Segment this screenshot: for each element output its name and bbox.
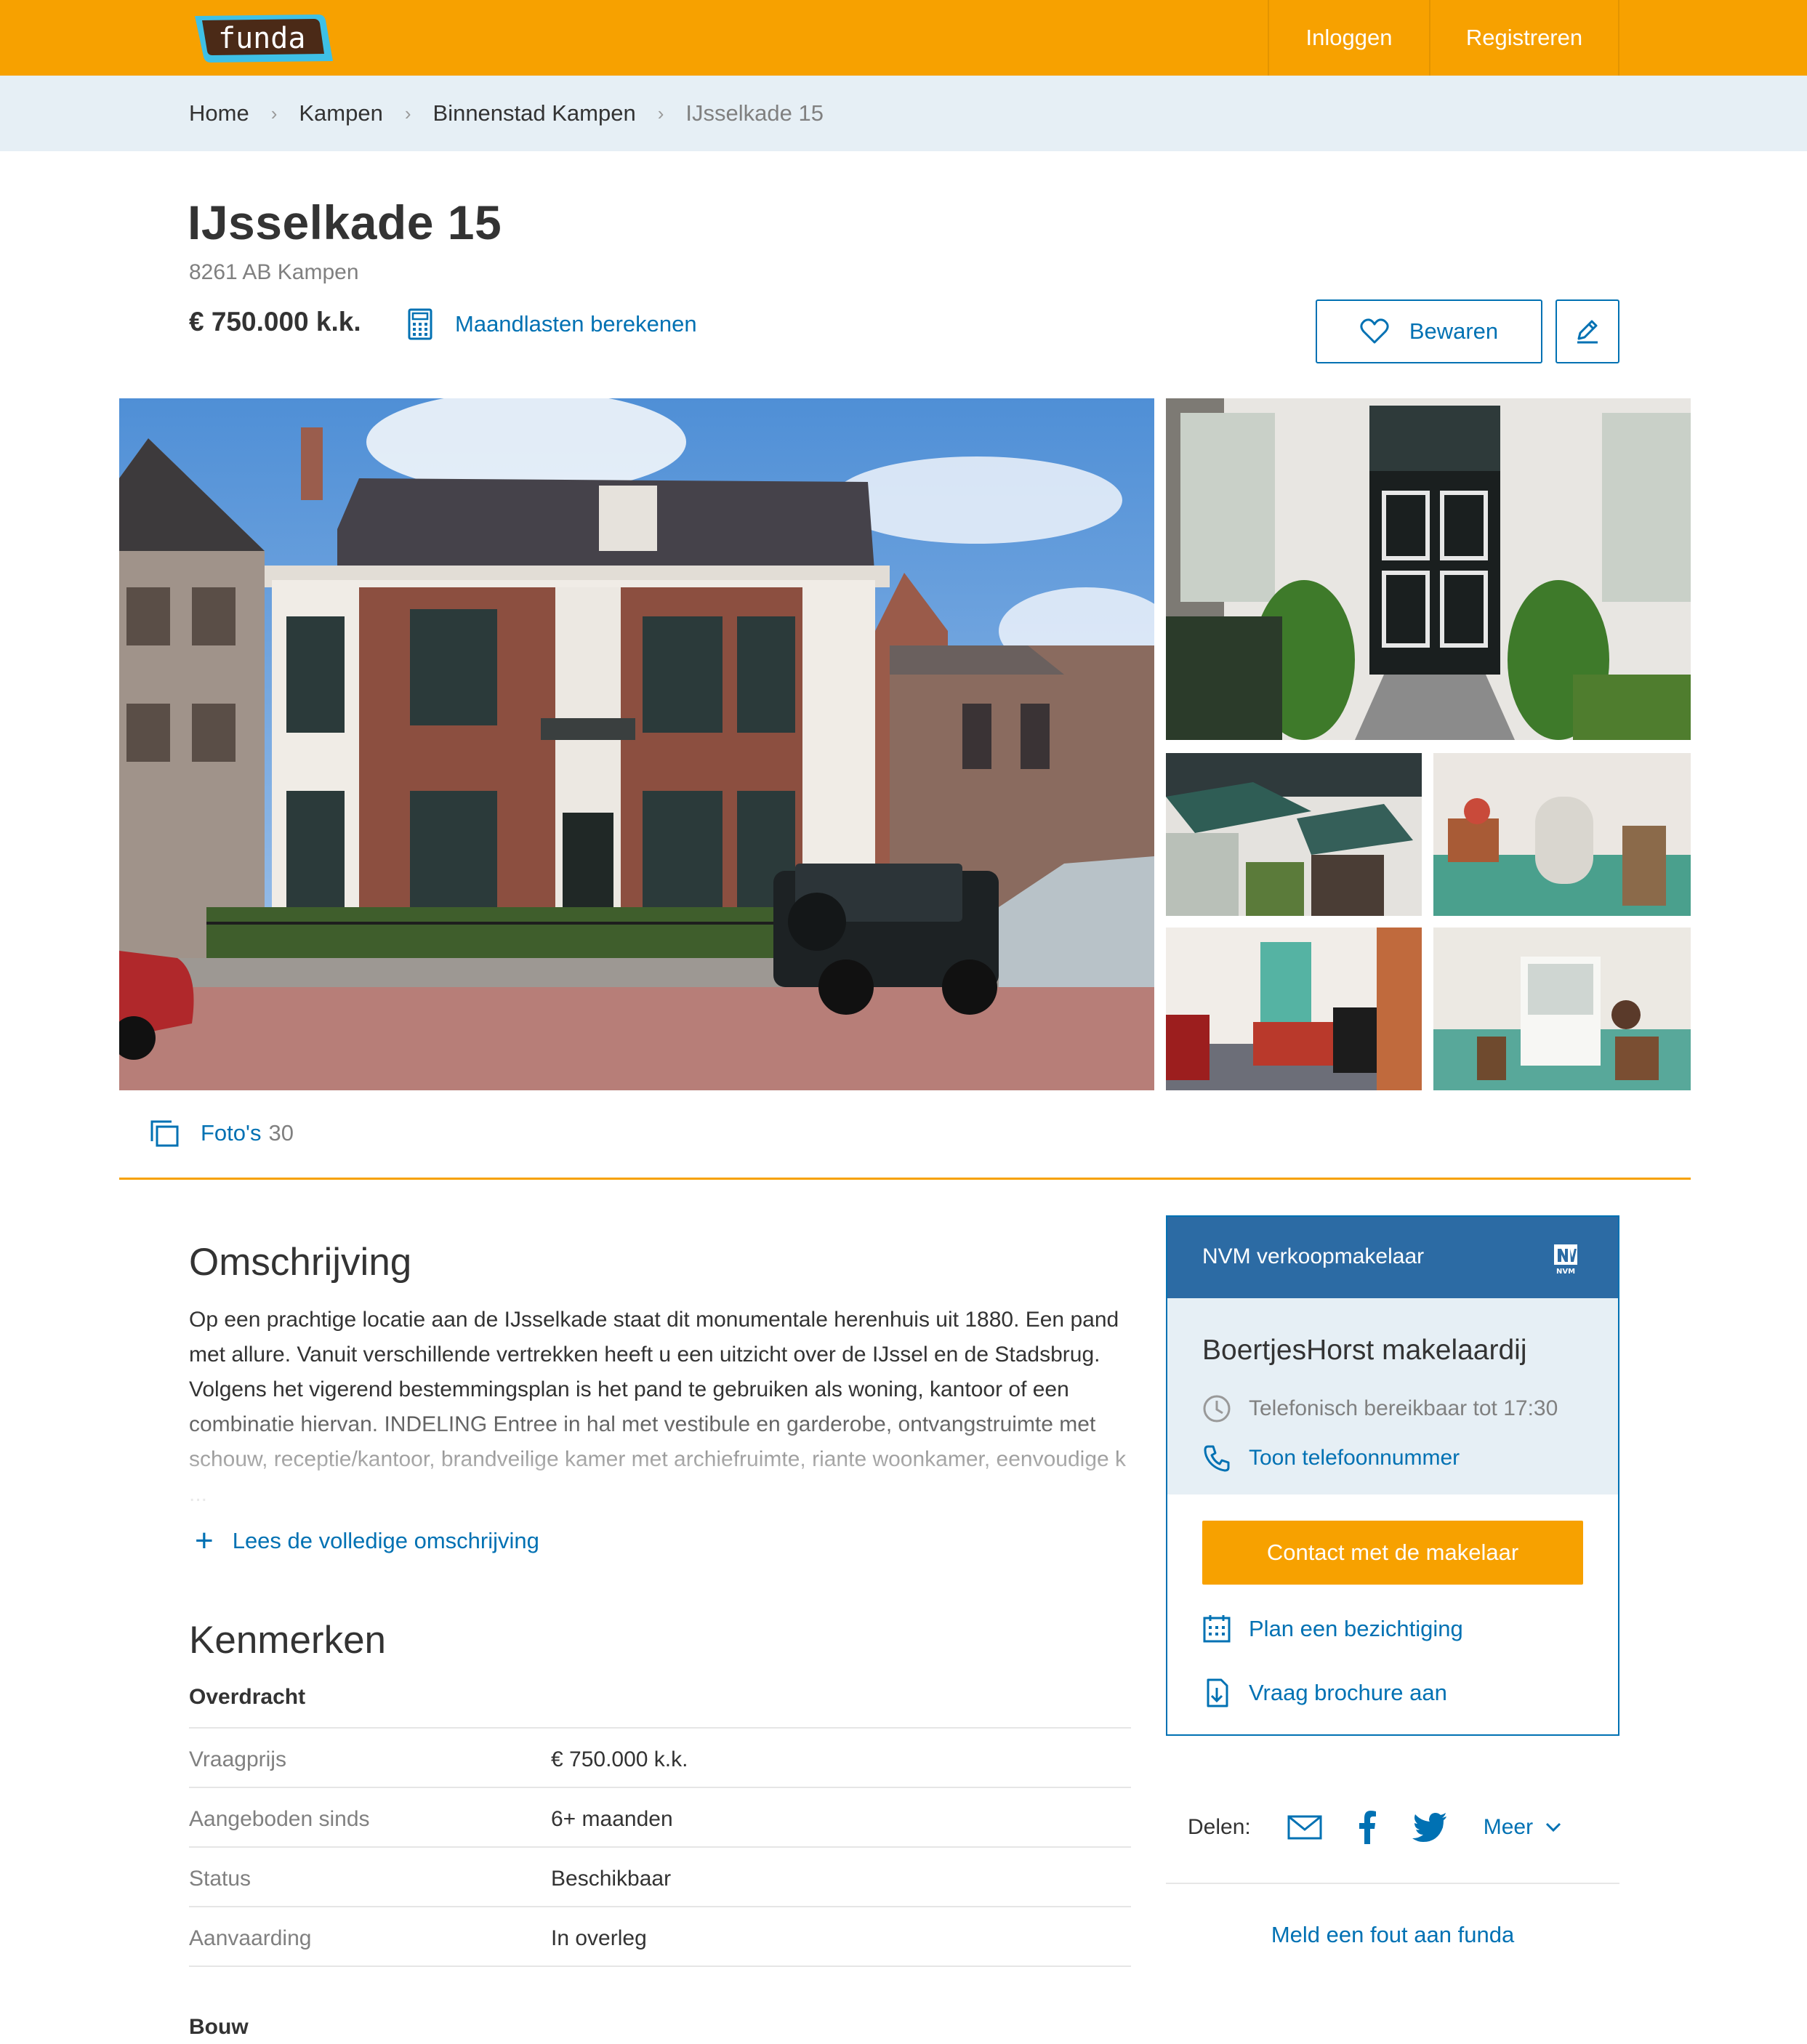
photo-front-door[interactable]: [1166, 398, 1691, 740]
features-row: Aangeboden sinds 6+ maanden: [189, 1787, 1131, 1846]
share-divider: [1166, 1883, 1619, 1884]
front-door-image: [1166, 398, 1691, 740]
register-button[interactable]: Registreren: [1429, 0, 1619, 76]
logo-text: funda: [218, 22, 305, 55]
agent-hours: Telefonisch bereikbaar tot 17:30: [1202, 1394, 1558, 1423]
chevron-down-icon: [1546, 1822, 1561, 1832]
share-label: Delen:: [1188, 1815, 1251, 1839]
clock-icon: [1203, 1395, 1231, 1423]
monthly-costs-label: Maandlasten berekenen: [455, 311, 697, 337]
edit-button[interactable]: [1556, 299, 1619, 363]
photo-thumbnail-living-room[interactable]: [1166, 928, 1422, 1090]
features-heading: Kenmerken: [189, 1619, 387, 1662]
photo-thumbnail-awnings[interactable]: [1166, 753, 1422, 916]
features-key: Status: [189, 1867, 251, 1891]
calendar-icon: [1203, 1615, 1231, 1643]
description-fade-overlay: [189, 1407, 1134, 1503]
page-title: IJsselkade 15: [188, 196, 502, 249]
show-phone-link[interactable]: Toon telefoonnummer: [1202, 1444, 1460, 1473]
breadcrumb-separator: ›: [270, 102, 278, 124]
top-navigation-bar: funda Inloggen Registreren: [0, 0, 1807, 76]
photos-count: 30: [268, 1120, 294, 1146]
house-facade-image: [119, 398, 1154, 1090]
photo-thumbnail-hallway[interactable]: [1433, 753, 1691, 916]
breadcrumb-binnenstad[interactable]: Binnenstad Kampen: [433, 100, 636, 126]
report-error-link[interactable]: Meld een fout aan funda: [1166, 1922, 1619, 1948]
features-divider: [189, 1965, 1131, 1967]
features-group-title: Bouw: [189, 2015, 249, 2039]
listing-address: 8261 AB Kampen: [189, 260, 359, 284]
agent-info: BoertjesHorst makelaardij Telefonisch be…: [1167, 1298, 1618, 1494]
awnings-image: [1166, 753, 1422, 916]
funda-logo[interactable]: funda: [189, 13, 334, 64]
entrance-hall-image: [1433, 928, 1691, 1090]
features-row: Status Beschikbaar: [189, 1846, 1131, 1906]
section-divider: [119, 1178, 1691, 1180]
mail-icon[interactable]: [1287, 1811, 1322, 1844]
features-value: € 750.000 k.k.: [551, 1747, 688, 1771]
agent-card-title: NVM verkoopmakelaar: [1202, 1244, 1425, 1268]
monthly-costs-link[interactable]: Maandlasten berekenen: [407, 308, 697, 340]
hallway-image: [1433, 753, 1691, 916]
save-button[interactable]: Bewaren: [1316, 299, 1542, 363]
share-more-button[interactable]: Meer: [1484, 1815, 1562, 1840]
share-more-label: Meer: [1483, 1815, 1534, 1839]
request-brochure-label: Vraag brochure aan: [1249, 1680, 1447, 1705]
breadcrumb-home[interactable]: Home: [189, 100, 249, 126]
breadcrumb-separator: ›: [657, 102, 664, 124]
features-value: In overleg: [551, 1926, 647, 1950]
features-row: Aanvaarding In overleg: [189, 1906, 1131, 1965]
document-download-icon: [1207, 1678, 1228, 1707]
phone-icon: [1204, 1445, 1230, 1472]
features-value: 6+ maanden: [551, 1807, 673, 1831]
show-phone-label: Toon telefoonnummer: [1249, 1446, 1460, 1470]
agent-card-header: NVM verkoopmakelaar NVM: [1167, 1217, 1618, 1298]
pencil-icon: [1577, 320, 1598, 344]
gallery-icon: [150, 1120, 179, 1147]
register-label: Registreren: [1465, 25, 1583, 50]
photos-label: Foto's: [201, 1120, 262, 1146]
heart-icon: [1360, 318, 1389, 344]
nvm-logo-icon: NVM: [1554, 1244, 1577, 1275]
plan-viewing-link[interactable]: Plan een bezichtiging: [1202, 1614, 1463, 1644]
facebook-icon[interactable]: [1359, 1811, 1376, 1844]
photos-button[interactable]: Foto's 30: [150, 1119, 294, 1147]
contact-agent-label: Contact met de makelaar: [1266, 1540, 1519, 1565]
share-bar: Delen: Meer: [1188, 1806, 1562, 1849]
twitter-icon[interactable]: [1412, 1811, 1447, 1844]
request-brochure-link[interactable]: Vraag brochure aan: [1202, 1678, 1447, 1708]
features-key: Aangeboden sinds: [189, 1807, 370, 1831]
features-row: Vraagprijs € 750.000 k.k.: [189, 1727, 1131, 1787]
features-value: Beschikbaar: [551, 1867, 672, 1891]
features-key: Aanvaarding: [189, 1926, 312, 1950]
agent-name[interactable]: BoertjesHorst makelaardij: [1202, 1335, 1527, 1367]
main-photo-house-facade[interactable]: [119, 398, 1154, 1090]
breadcrumb-current: IJsselkade 15: [685, 100, 824, 126]
living-room-image: [1166, 928, 1422, 1090]
agent-hours-text: Telefonisch bereikbaar tot 17:30: [1249, 1396, 1558, 1420]
funda-logo-mark: funda: [195, 15, 333, 63]
agent-card: NVM verkoopmakelaar NVM BoertjesHorst ma…: [1166, 1215, 1619, 1736]
breadcrumb-bar: Home › Kampen › Binnenstad Kampen › IJss…: [0, 76, 1807, 151]
contact-agent-button[interactable]: Contact met de makelaar: [1202, 1521, 1583, 1585]
plus-icon: +: [195, 1523, 214, 1558]
nvm-badge-text: NVM: [1556, 1268, 1575, 1275]
calculator-icon: [408, 308, 432, 340]
features-key: Vraagprijs: [189, 1747, 286, 1771]
plan-viewing-label: Plan een bezichtiging: [1249, 1616, 1463, 1641]
read-more-link[interactable]: + Lees de volledige omschrijving: [195, 1523, 539, 1558]
save-label: Bewaren: [1409, 318, 1499, 344]
features-group-title: Overdracht: [189, 1685, 306, 1709]
breadcrumb-separator: ›: [404, 102, 411, 124]
breadcrumb: Home › Kampen › Binnenstad Kampen › IJss…: [189, 76, 824, 151]
listing-price: € 750.000 k.k.: [189, 307, 361, 337]
description-heading: Omschrijving: [189, 1241, 412, 1284]
login-button[interactable]: Inloggen: [1268, 0, 1429, 76]
breadcrumb-kampen[interactable]: Kampen: [299, 100, 382, 126]
login-label: Inloggen: [1305, 25, 1393, 50]
photo-thumbnail-entrance-hall[interactable]: [1433, 928, 1691, 1090]
read-more-label: Lees de volledige omschrijving: [232, 1528, 539, 1553]
